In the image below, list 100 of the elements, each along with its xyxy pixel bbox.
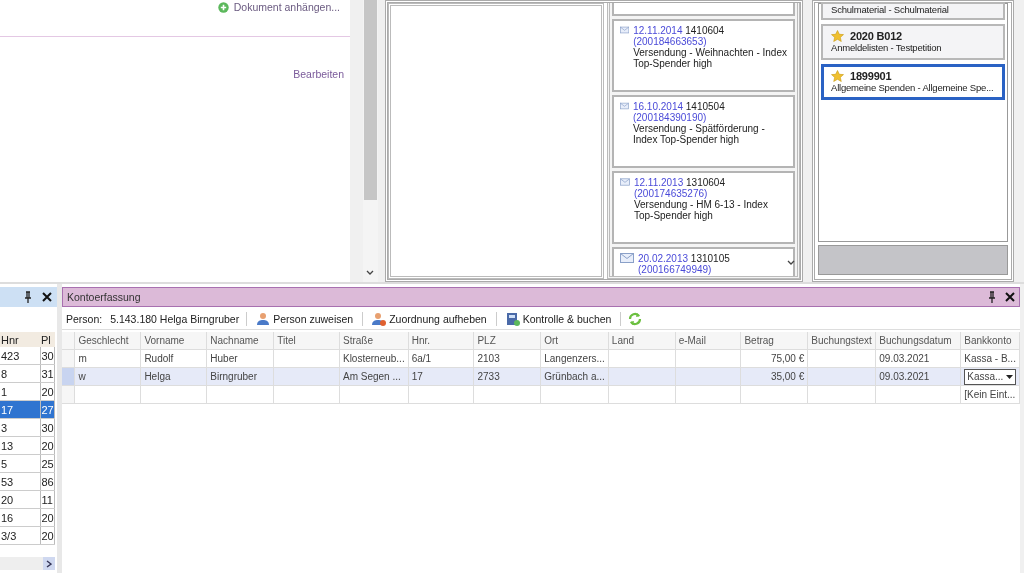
vertical-scrollbar[interactable] — [363, 0, 378, 282]
table-cell: 3 — [0, 418, 40, 437]
mailing-card[interactable]: 12.11.2013 1310604 (200174635276) Versendung - HM 6-13 - Index Top-Spender high — [612, 171, 795, 244]
column-header[interactable]: Hnr. — [408, 332, 474, 350]
mailing-date: 16.10.2014 — [632, 101, 684, 112]
person-icon — [256, 312, 271, 326]
person-remove-icon — [372, 312, 387, 326]
column-header[interactable]: Hnr — [0, 332, 40, 347]
mailing-code: (200184390190) — [632, 112, 707, 123]
mailing-number: 1410504 — [685, 101, 725, 112]
column-header[interactable]: Pl — [40, 332, 55, 347]
table-cell: 20 — [40, 382, 55, 401]
column-header[interactable]: Ort — [540, 332, 609, 350]
project-card[interactable]: 2020 B012 Anmeldelisten - Testpetition — [821, 24, 1005, 60]
ledger-check-icon — [505, 312, 520, 326]
panel-title: Kontoerfassung — [67, 291, 142, 303]
table-cell: 11 — [40, 490, 55, 509]
column-header[interactable]: Bankkonto — [960, 332, 1020, 350]
project-title: 2020 B012 — [850, 30, 903, 42]
person-button[interactable]: Person zuweisen — [254, 312, 356, 326]
dropdown-arrow-icon — [1006, 374, 1013, 379]
column-header[interactable]: Geschlecht — [74, 332, 141, 350]
column-header[interactable]: e-Mail — [675, 332, 741, 350]
column-header[interactable]: Nachname — [206, 332, 274, 350]
table-cell: 30 — [40, 347, 55, 365]
project-text: Anmeldelisten - Testpetition — [831, 42, 943, 54]
project-card[interactable]: 1899901 Allgemeine Spenden - Allgemeine Spe... — [821, 64, 1005, 100]
mailing-code: (200184663653) — [633, 36, 707, 47]
table-cell: 2103 — [473, 349, 541, 368]
scroll-down-icon[interactable] — [366, 270, 374, 276]
table-cell: 25 — [40, 454, 55, 473]
table-cell: 30 — [40, 418, 55, 437]
dropdown[interactable]: Kassa... — [964, 368, 1016, 385]
column-header[interactable]: Vorname — [140, 332, 207, 350]
mailing-text: Versendung - HM 6-13 - Index Top-Spender high — [633, 199, 769, 221]
mailing-text: Versendung - Weihnachten - Index Top-Spender high — [633, 47, 787, 69]
star-icon — [831, 70, 844, 82]
table-cell: 5 — [0, 454, 40, 473]
column-header[interactable]: Betrag — [740, 332, 808, 350]
table-cell: m — [74, 349, 141, 368]
table-cell: 09.03.2021 — [875, 349, 961, 368]
table-cell: 8 — [0, 364, 40, 383]
column-header[interactable]: Buchungstext — [807, 332, 876, 350]
mailing-number: 1410604 — [685, 25, 725, 36]
horizontal-scrollbar[interactable] — [0, 557, 55, 570]
project-text: Schulmaterial - Schulmaterial — [831, 4, 950, 16]
mailing-date: 12.11.2014 — [633, 25, 683, 36]
close-icon[interactable] — [1005, 292, 1015, 302]
mailing-text: Versendung - Spätförderung - Index Top-Spender high — [632, 123, 766, 145]
table-cell: 6a/1 — [408, 349, 474, 368]
star-icon — [831, 30, 844, 42]
project-text: Allgemeine Spenden - Allgemeine Spe... — [831, 82, 995, 94]
person-name: 5.143.180 Helga Birngruber — [110, 313, 240, 325]
scroll-down-icon[interactable] — [787, 260, 795, 266]
table-cell: [Kein Eint... — [960, 385, 1020, 404]
project-title: 1899901 — [850, 70, 892, 82]
table-cell: Kassa - B... — [960, 349, 1020, 368]
table-cell: 20 — [40, 436, 55, 455]
table-cell: 1 — [0, 382, 40, 401]
table-cell: 20 — [0, 490, 40, 509]
table-cell: 75,00 € — [740, 349, 808, 368]
envelope-icon — [620, 101, 629, 111]
table-cell: 3/3 — [0, 526, 40, 545]
column-header[interactable]: Land — [608, 332, 676, 350]
table-cell: 53 — [0, 472, 40, 491]
person-label: Person: — [66, 313, 103, 325]
table-cell: Langenzers... — [540, 349, 609, 368]
table-cell: 20 — [40, 508, 55, 527]
table-cell: Huber — [206, 349, 274, 368]
mailing-number: 1310105 — [690, 253, 730, 264]
mailing-card[interactable]: 20.02.2013 1310105 (200166749949) — [612, 247, 795, 276]
envelope-icon — [620, 25, 630, 35]
table-cell: 16 — [0, 508, 40, 527]
project-card[interactable]: Schulmaterial - Schulmaterial — [821, 2, 1005, 20]
mailing-date: 20.02.2013 — [638, 253, 689, 264]
column-header[interactable]: Buchungsdatum — [875, 332, 961, 350]
close-icon[interactable] — [42, 292, 52, 302]
table-cell: Klosterneub... — [339, 349, 409, 368]
column-header[interactable]: Straße — [339, 332, 409, 350]
table-cell: 423 — [0, 347, 40, 365]
pin-icon[interactable] — [987, 291, 997, 303]
edit-link[interactable]: Bearbeiten — [293, 68, 344, 80]
table-cell: 20 — [40, 526, 55, 545]
table-cell: 31 — [40, 364, 55, 383]
mailing-card[interactable]: 16.10.2014 1410504 (200184390190) Versendung - Spätförderung - Index Top-Spender high — [612, 95, 795, 168]
mailing-code: (200174635276) — [633, 188, 708, 199]
column-header[interactable]: PLZ — [473, 332, 541, 350]
mailing-date: 12.11.2013 — [633, 177, 684, 188]
pin-icon[interactable] — [23, 291, 33, 303]
mailing-code: (200166749949) — [638, 264, 713, 275]
person-remove-button[interactable]: Zuordnung aufheben — [370, 312, 489, 326]
mailing-card[interactable]: 12.11.2014 1410604 (200184663653) Versendung - Weihnachten - Index Top-Spender high — [612, 19, 795, 92]
mailing-number: 1310604 — [686, 177, 725, 188]
table-cell: 13 — [0, 436, 40, 455]
envelope-icon — [620, 177, 630, 187]
attach-document-link[interactable]: Dokument anhängen... — [217, 1, 340, 13]
ledger-check-button[interactable]: Kontrolle & buchen — [503, 312, 614, 326]
envelope-icon — [620, 253, 634, 263]
scroll-right-icon[interactable] — [46, 559, 52, 568]
column-header[interactable]: Titel — [273, 332, 340, 350]
